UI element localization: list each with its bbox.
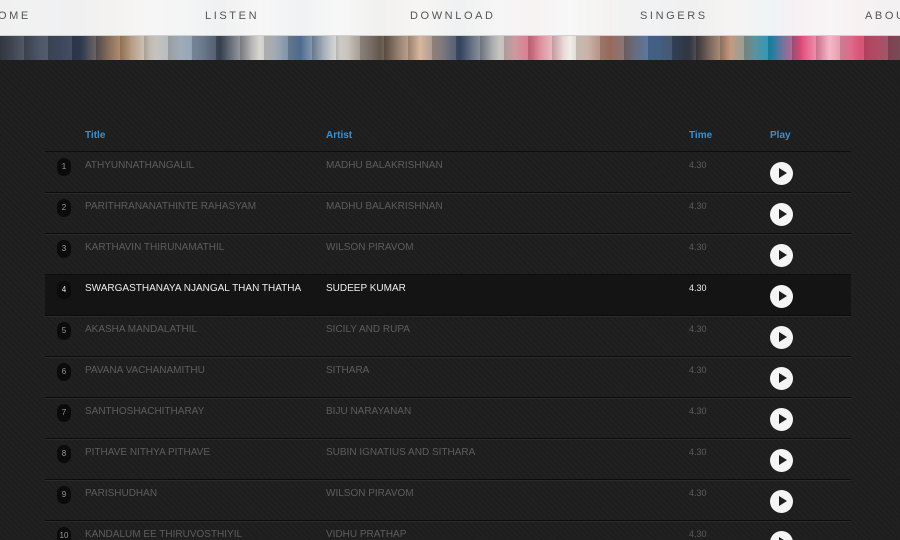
play-icon[interactable] xyxy=(770,285,793,308)
track-title[interactable]: PITHAVE NITHYA PITHAVE xyxy=(85,447,210,458)
track-title[interactable]: AKASHA MANDALATHIL xyxy=(85,324,197,335)
nav-about[interactable]: ABOU xyxy=(865,10,900,22)
header-play: Play xyxy=(770,130,791,141)
track-number: 10 xyxy=(57,527,71,540)
table-row[interactable]: 3 KARTHAVIN THIRUNAMATHIL WILSON PIRAVOM 4.… xyxy=(45,234,851,275)
track-time: 4.30 xyxy=(689,447,707,457)
header-banner: OME LISTEN DOWNLOAD SINGERS ABOU xyxy=(0,0,900,60)
track-time: 4.30 xyxy=(689,283,707,293)
track-title[interactable]: KANDALUM EE THIRUVOSTHIYIL xyxy=(85,529,242,540)
table-row[interactable]: 2 PARITHRANANATHINTE RAHASYAM MADHU BALAKR… xyxy=(45,193,851,234)
play-icon[interactable] xyxy=(770,408,793,431)
track-time: 4.30 xyxy=(689,324,707,334)
track-title[interactable]: PAVANA VACHANAMITHU xyxy=(85,365,205,376)
table-header: Title Artist Time Play xyxy=(45,126,851,152)
play-icon[interactable] xyxy=(770,531,793,540)
track-artist[interactable]: VIDHU PRATHAP xyxy=(326,529,406,540)
track-artist[interactable]: WILSON PIRAVOM xyxy=(326,242,414,253)
track-number: 1 xyxy=(57,158,71,176)
table-row[interactable]: 8 PITHAVE NITHYA PITHAVE SUBIN IGNATIUS AN… xyxy=(45,439,851,480)
play-icon[interactable] xyxy=(770,490,793,513)
main-content: Title Artist Time Play 1 ATHYUNNATHANGALI… xyxy=(0,60,900,540)
track-number: 2 xyxy=(57,199,71,217)
play-icon[interactable] xyxy=(770,244,793,267)
nav-download[interactable]: DOWNLOAD xyxy=(410,10,496,22)
nav-singers[interactable]: SINGERS xyxy=(640,10,708,22)
nav-listen[interactable]: LISTEN xyxy=(205,10,259,22)
play-icon[interactable] xyxy=(770,203,793,226)
nav-home[interactable]: OME xyxy=(0,10,31,22)
table-row[interactable]: 10 KANDALUM EE THIRUVOSTHIYIL VIDHU PRATHA… xyxy=(45,521,851,540)
track-title[interactable]: KARTHAVIN THIRUNAMATHIL xyxy=(85,242,224,253)
track-time: 4.30 xyxy=(689,529,707,539)
track-artist[interactable]: SITHARA xyxy=(326,365,369,376)
table-row[interactable]: 1 ATHYUNNATHANGALIL MADHU BALAKRISHNAN 4.30 xyxy=(45,152,851,193)
track-title[interactable]: PARITHRANANATHINTE RAHASYAM xyxy=(85,201,256,212)
track-title[interactable]: SWARGASTHANAYA NJANGAL THAN THATHA xyxy=(85,283,301,294)
play-icon[interactable] xyxy=(770,449,793,472)
table-row[interactable]: 6 PAVANA VACHANAMITHU SITHARA 4.30 xyxy=(45,357,851,398)
track-artist[interactable]: SUBIN IGNATIUS AND SITHARA xyxy=(326,447,475,458)
track-artist[interactable]: WILSON PIRAVOM xyxy=(326,488,414,499)
header-title[interactable]: Title xyxy=(85,130,105,141)
play-icon[interactable] xyxy=(770,162,793,185)
track-time: 4.30 xyxy=(689,488,707,498)
track-time: 4.30 xyxy=(689,365,707,375)
track-artist[interactable]: MADHU BALAKRISHNAN xyxy=(326,201,443,212)
play-icon[interactable] xyxy=(770,326,793,349)
table-body: 1 ATHYUNNATHANGALIL MADHU BALAKRISHNAN 4.30… xyxy=(45,152,851,540)
table-row[interactable]: 7 SANTHOSHACHITHARAY BIJU NARAYANAN 4.30 xyxy=(45,398,851,439)
track-number: 9 xyxy=(57,486,71,504)
table-row[interactable]: 5 AKASHA MANDALATHIL SICILY AND RUPA 4.30 xyxy=(45,316,851,357)
track-number: 6 xyxy=(57,363,71,381)
track-number: 4 xyxy=(57,281,71,299)
track-number: 3 xyxy=(57,240,71,258)
track-artist[interactable]: SUDEEP KUMAR xyxy=(326,283,406,294)
track-title[interactable]: SANTHOSHACHITHARAY xyxy=(85,406,204,417)
track-artist[interactable]: SICILY AND RUPA xyxy=(326,324,410,335)
track-artist[interactable]: MADHU BALAKRISHNAN xyxy=(326,160,443,171)
header-artist[interactable]: Artist xyxy=(326,130,352,141)
header-time[interactable]: Time xyxy=(689,130,712,141)
top-navigation: OME LISTEN DOWNLOAD SINGERS ABOU xyxy=(0,0,900,36)
track-time: 4.30 xyxy=(689,201,707,211)
track-number: 5 xyxy=(57,322,71,340)
song-table: Title Artist Time Play 1 ATHYUNNATHANGALI… xyxy=(45,126,851,540)
track-title[interactable]: ATHYUNNATHANGALIL xyxy=(85,160,194,171)
track-title[interactable]: PARISHUDHAN xyxy=(85,488,157,499)
track-time: 4.30 xyxy=(689,406,707,416)
table-row[interactable]: 4 SWARGASTHANAYA NJANGAL THAN THATHA SUDEE… xyxy=(45,275,851,316)
track-time: 4.30 xyxy=(689,242,707,252)
play-icon[interactable] xyxy=(770,367,793,390)
track-number: 7 xyxy=(57,404,71,422)
table-row[interactable]: 9 PARISHUDHAN WILSON PIRAVOM 4.30 xyxy=(45,480,851,521)
track-number: 8 xyxy=(57,445,71,463)
track-time: 4.30 xyxy=(689,160,707,170)
track-artist[interactable]: BIJU NARAYANAN xyxy=(326,406,411,417)
